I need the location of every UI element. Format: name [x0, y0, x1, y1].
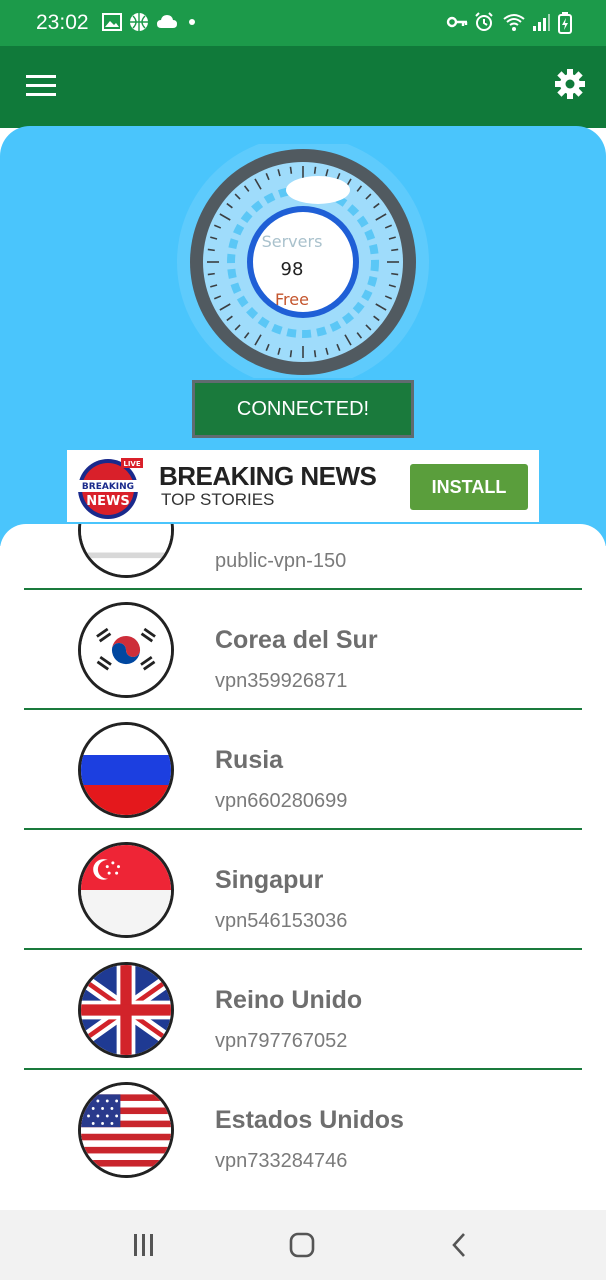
server-gauge: Servers 98 Free [176, 136, 430, 388]
gauge-tick [207, 248, 215, 252]
russia-flag-icon [78, 722, 174, 818]
server-host: vpn546153036 [215, 910, 348, 932]
gauge-tick [289, 350, 293, 358]
server-row[interactable]: public-vpn-150 [24, 524, 582, 590]
server-row[interactable]: Estados Unidos vpn733284746 [24, 1070, 582, 1190]
home-icon[interactable] [282, 1230, 322, 1260]
battery-charging-icon [558, 12, 572, 34]
system-nav-bar [0, 1210, 606, 1280]
server-country: Corea del Sur [215, 626, 378, 654]
partial-flag-icon [78, 524, 174, 578]
united-kingdom-flag-icon [78, 962, 174, 1058]
gauge-tick [289, 166, 293, 174]
dot-icon [189, 19, 195, 25]
logo-line2-text: NEWS [86, 494, 129, 509]
connection-panel: Servers 98 Free CONNECTED! LIVE BREAKING… [0, 126, 606, 546]
singapore-flag-icon [78, 842, 174, 938]
server-host: vpn660280699 [215, 790, 348, 812]
server-host: vpn359926871 [215, 670, 348, 692]
basketball-icon [130, 13, 148, 31]
alarm-icon [475, 12, 493, 31]
logo-line1-text: BREAKING [82, 482, 134, 492]
ad-banner[interactable]: LIVE BREAKING NEWS BREAKING NEWS TOP STO… [67, 450, 539, 522]
server-row[interactable]: Reino Unido vpn797767052 [24, 950, 582, 1070]
connect-button[interactable]: CONNECTED! [192, 380, 414, 438]
breaking-news-logo: LIVE BREAKING NEWS [78, 458, 143, 519]
server-host: public-vpn-150 [215, 550, 347, 572]
server-country: Estados Unidos [215, 1106, 404, 1134]
logo-live-text: LIVE [123, 460, 140, 468]
gauge-tick [313, 350, 317, 358]
server-country: Singapur [215, 866, 324, 894]
app-bar [0, 46, 606, 128]
united-states-flag-icon [78, 1082, 174, 1178]
gauge-tick [391, 272, 399, 276]
server-country: Reino Unido [215, 986, 363, 1014]
gear-icon[interactable] [554, 68, 586, 100]
system-icons [446, 12, 576, 34]
server-row[interactable]: Rusia vpn660280699 [24, 710, 582, 830]
gauge-title: Servers [261, 232, 323, 251]
server-list: public-vpn-150 Corea del Sur vpn35992687… [0, 524, 606, 1210]
image-icon [102, 13, 122, 31]
recent-apps-icon[interactable] [124, 1230, 164, 1260]
server-country: Rusia [215, 746, 284, 774]
plan-status: Free [275, 290, 309, 309]
server-host: vpn733284746 [215, 1150, 348, 1172]
status-bar: 23:02 [0, 0, 606, 46]
ad-title: BREAKING NEWS [159, 461, 377, 491]
signal-icon [533, 14, 550, 31]
server-host: vpn797767052 [215, 1030, 348, 1052]
wifi-icon [503, 14, 525, 31]
gauge-tick [313, 166, 317, 174]
server-row[interactable]: Corea del Sur vpn359926871 [24, 590, 582, 710]
vpn-key-icon [446, 16, 468, 28]
gauge-tick [391, 248, 399, 252]
clock: 23:02 [36, 11, 89, 34]
hamburger-menu-icon[interactable] [24, 70, 58, 100]
south-korea-flag-icon [78, 602, 174, 698]
ad-subtitle: TOP STORIES [161, 490, 275, 509]
install-button[interactable]: INSTALL [410, 464, 528, 510]
server-count: 98 [280, 259, 304, 280]
cloud-icon [157, 15, 177, 28]
back-icon[interactable] [440, 1230, 480, 1260]
gauge-tick [207, 272, 215, 276]
server-row[interactable]: Singapur vpn546153036 [24, 830, 582, 950]
